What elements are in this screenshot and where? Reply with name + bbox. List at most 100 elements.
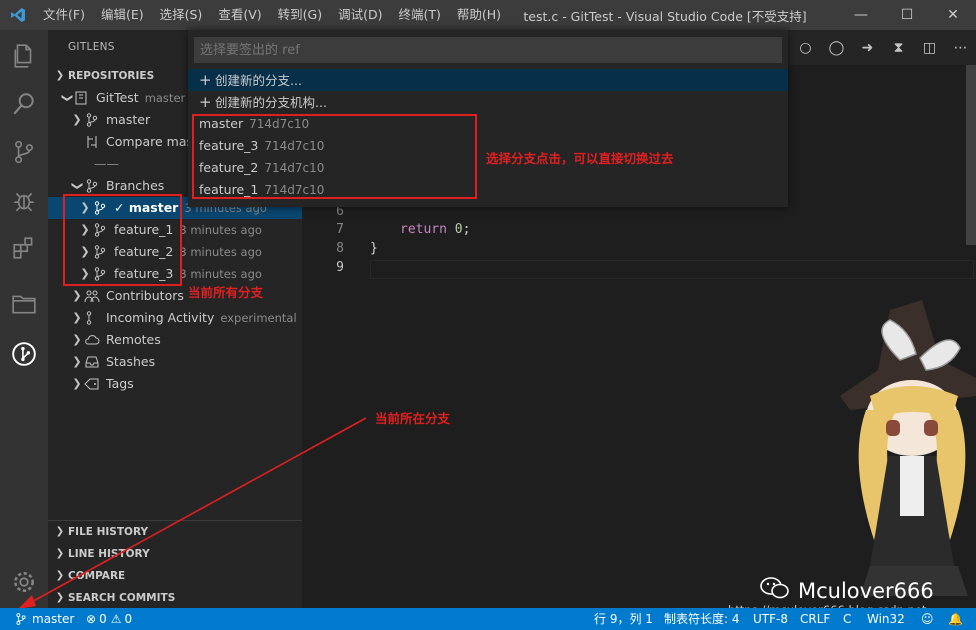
status-eol[interactable]: CRLF: [800, 608, 830, 630]
status-language[interactable]: C: [843, 608, 851, 630]
code-text: }: [370, 241, 378, 256]
current-branch-annotation: 当前所在分支: [375, 411, 451, 426]
split-editor-icon[interactable]: ◫: [914, 30, 945, 65]
menu-edit[interactable]: 编辑(E): [93, 0, 152, 30]
gitlens-icon[interactable]: [0, 330, 48, 378]
branch-icon: [84, 112, 102, 128]
gitlens-action-icon[interactable]: ⧗: [883, 30, 914, 65]
editor-actions: ○ ◯ ➜ ⧗ ◫ ⋯: [790, 30, 976, 65]
branches-annotation: 当前所有分支: [188, 285, 264, 300]
current-line-highlight: [370, 260, 974, 279]
remotes-row[interactable]: ❯ Remotes: [48, 329, 302, 351]
chevron-right-icon: ❯: [72, 355, 82, 368]
git-commit-icon[interactable]: ○: [790, 30, 821, 65]
error-icon: ⊗: [86, 612, 97, 626]
feedback-icon[interactable]: ☺: [921, 608, 934, 630]
incoming-icon: [84, 310, 102, 326]
remotes-label: Remotes: [106, 332, 161, 347]
title-bar: 文件(F) 编辑(E) 选择(S) 查看(V) 转到(G) 调试(D) 终端(T…: [0, 0, 976, 30]
scrollbar-thumb[interactable]: [966, 65, 976, 245]
search-icon[interactable]: [0, 80, 48, 128]
repo-branch: master: [144, 91, 186, 105]
close-button[interactable]: ✕: [930, 0, 976, 30]
folder-icon[interactable]: [0, 280, 48, 328]
contributors-label: Contributors: [106, 288, 184, 303]
tag-icon: [84, 376, 102, 392]
settings-gear-icon[interactable]: [0, 558, 48, 606]
separator: ——: [94, 156, 119, 171]
ref-search-input[interactable]: [194, 37, 782, 63]
window-controls: — ☐ ✕: [838, 0, 976, 30]
chevron-down-icon: ❯: [71, 181, 84, 191]
explorer-icon[interactable]: [0, 32, 48, 80]
anime-character-illustration: [840, 300, 976, 596]
maximize-button[interactable]: ☐: [884, 0, 930, 30]
forward-icon[interactable]: ➜: [852, 30, 883, 65]
watermark-name: Mculover666: [798, 578, 934, 603]
compare-section[interactable]: ❯ COMPARE: [48, 565, 302, 587]
repo-name: GitTest: [96, 90, 139, 105]
status-encoding[interactable]: UTF-8: [753, 608, 788, 630]
status-platform[interactable]: Win32: [867, 608, 905, 630]
git-compare-icon[interactable]: ◯: [821, 30, 852, 65]
tags-row[interactable]: ❯ Tags: [48, 373, 302, 395]
status-bar: master ⊗ 0 ⚠ 0 行 9，列 1 制表符长度: 4 UTF-8 CR…: [0, 608, 976, 630]
branches-highlight-box: [63, 194, 182, 286]
chevron-right-icon: ❯: [72, 113, 82, 126]
status-problems[interactable]: ⊗ 0 ⚠ 0: [86, 608, 132, 630]
incoming-label: Incoming Activity: [106, 310, 215, 325]
plus-icon: +: [199, 71, 212, 89]
cloud-icon: [84, 332, 102, 348]
menu-debug[interactable]: 调试(D): [330, 0, 390, 30]
status-tab-size[interactable]: 制表符长度: 4: [664, 608, 740, 630]
source-control-icon[interactable]: [0, 128, 48, 176]
incoming-activity-row[interactable]: ❯ Incoming Activity experimental: [48, 307, 302, 329]
wechat-icon: [760, 576, 790, 605]
menu-go[interactable]: 转到(G): [270, 0, 330, 30]
bottom-sections: ❯ FILE HISTORY ❯ LINE HISTORY ❯ COMPARE …: [48, 520, 302, 608]
debug-icon[interactable]: [0, 176, 48, 224]
menu-terminal[interactable]: 终端(T): [390, 0, 448, 30]
stashes-row[interactable]: ❯ Stashes: [48, 351, 302, 373]
action-label: 创建新的分支...: [215, 73, 302, 88]
minimize-button[interactable]: —: [838, 0, 884, 30]
stashes-label: Stashes: [106, 354, 156, 369]
section-label: SEARCH COMMITS: [68, 592, 176, 604]
chevron-right-icon: ❯: [72, 289, 82, 302]
status-branch[interactable]: master: [14, 608, 74, 630]
code-line-8: 8 }: [302, 239, 378, 258]
extensions-icon[interactable]: [0, 224, 48, 272]
chevron-right-icon: ❯: [55, 548, 65, 559]
window-title: test.c - GitTest - Visual Studio Code [不…: [523, 8, 807, 24]
status-cursor-position[interactable]: 行 9，列 1: [594, 608, 653, 630]
warning-count: 0: [124, 612, 133, 626]
chevron-right-icon: ❯: [55, 526, 65, 537]
chevron-right-icon: ❯: [55, 592, 65, 603]
action-label: 创建新的分支机构...: [215, 95, 327, 110]
chevron-down-icon: ❯: [61, 93, 74, 103]
branch-time: 3 minutes ago: [179, 245, 262, 259]
tags-label: Tags: [106, 376, 134, 391]
section-label: COMPARE: [68, 570, 126, 582]
menu-bar: 文件(F) 编辑(E) 选择(S) 查看(V) 转到(G) 调试(D) 终端(T…: [35, 0, 509, 30]
incoming-desc: experimental: [220, 311, 297, 325]
file-history-section[interactable]: ❯ FILE HISTORY: [48, 521, 302, 543]
more-actions-icon[interactable]: ⋯: [945, 30, 976, 65]
line-history-section[interactable]: ❯ LINE HISTORY: [48, 543, 302, 565]
inbox-icon: [84, 354, 102, 370]
create-branch-from-item[interactable]: + 创建新的分支机构...: [188, 91, 788, 113]
plus-icon: +: [199, 93, 212, 111]
refs-highlight-box: [192, 114, 477, 199]
contributors-icon: [84, 288, 102, 304]
line-number: 9: [336, 260, 344, 275]
bell-icon[interactable]: 🔔: [948, 608, 963, 630]
search-commits-section[interactable]: ❯ SEARCH COMMITS: [48, 587, 302, 608]
chevron-right-icon: ❯: [55, 570, 65, 581]
menu-view[interactable]: 查看(V): [210, 0, 269, 30]
watermark: Mculover666: [760, 576, 934, 605]
current-branch-label: master: [106, 112, 151, 127]
create-branch-item[interactable]: + 创建新的分支...: [188, 69, 788, 91]
menu-selection[interactable]: 选择(S): [152, 0, 211, 30]
contributors-row[interactable]: ❯ Contributors: [48, 285, 302, 307]
menu-file[interactable]: 文件(F): [35, 0, 93, 30]
